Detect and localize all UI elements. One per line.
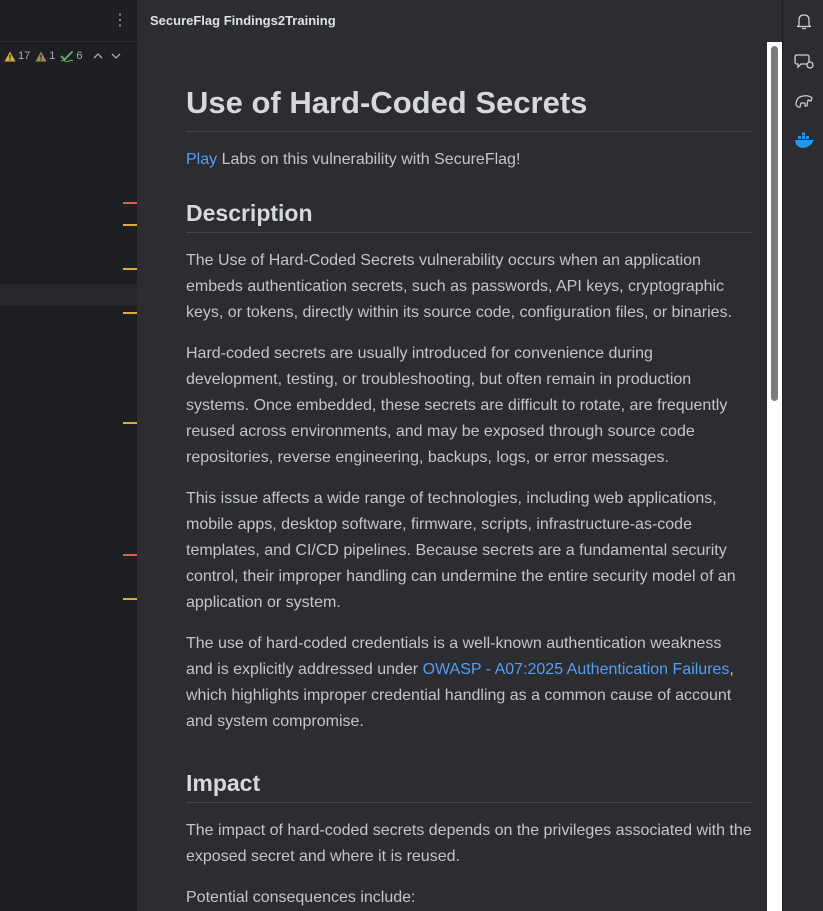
description-paragraph: The Use of Hard-Coded Secrets vulnerabil…	[186, 252, 733, 321]
warning-icon	[4, 51, 16, 61]
ai-assistant-button[interactable]	[791, 48, 817, 74]
secureflag-tool-window: SecureFlag Findings2Training Use of Hard…	[138, 0, 782, 911]
error-stripe-marker[interactable]	[123, 202, 137, 204]
scrollbar-thumb[interactable]	[771, 46, 778, 401]
current-line-highlight	[0, 284, 137, 306]
chevron-up-icon	[93, 53, 102, 59]
play-labs-link[interactable]: Play	[186, 151, 217, 168]
warnings-count: 17	[18, 50, 31, 62]
weak-warnings-indicator[interactable]: 1	[35, 50, 55, 62]
notifications-bell-icon	[796, 14, 812, 30]
previous-highlight-button[interactable]	[92, 49, 106, 63]
notifications-button[interactable]	[791, 8, 817, 34]
description-paragraph: Hard-coded secrets are usually introduce…	[186, 345, 728, 466]
editor-pane[interactable]: ⋮ 17 1 6	[0, 0, 138, 911]
error-stripe-marker[interactable]	[123, 554, 137, 556]
next-highlight-button[interactable]	[110, 49, 124, 63]
typos-indicator[interactable]: 6	[60, 50, 83, 62]
impact-paragraph: The impact of hard-coded secrets depends…	[186, 822, 752, 865]
docker-whale-icon	[795, 132, 814, 148]
description-paragraph: This issue affects a wide range of techn…	[186, 490, 736, 611]
weak-warnings-count: 1	[49, 50, 56, 62]
tool-window-header: SecureFlag Findings2Training	[138, 0, 782, 42]
vertical-scrollbar[interactable]	[767, 42, 782, 911]
description-heading: Description	[186, 198, 752, 233]
warning-stripe-marker[interactable]	[123, 422, 137, 424]
warnings-indicator[interactable]: 17	[4, 50, 30, 62]
article-title: Use of Hard-Coded Secrets	[186, 42, 752, 132]
warning-stripe-marker[interactable]	[123, 224, 137, 226]
typos-count: 6	[76, 50, 83, 62]
database-button[interactable]	[791, 88, 817, 114]
weak-warning-icon	[35, 51, 47, 61]
right-tool-stripe	[782, 0, 823, 911]
more-vertical-icon[interactable]: ⋮	[112, 11, 128, 31]
intro-text: Labs on this vulnerability with SecureFl…	[217, 151, 521, 168]
article-content[interactable]: Use of Hard-Coded Secrets Play Labs on t…	[186, 42, 752, 911]
owasp-link[interactable]: OWASP - A07:2025 Authentication Failures	[423, 661, 730, 678]
warning-stripe-marker[interactable]	[123, 598, 137, 600]
impact-heading: Impact	[186, 768, 752, 803]
tool-window-title: SecureFlag Findings2Training	[150, 13, 336, 28]
warning-stripe-marker[interactable]	[123, 312, 137, 314]
database-elephant-icon	[795, 95, 813, 108]
intro-paragraph: Play Labs on this vulnerability with Sec…	[186, 147, 752, 173]
docker-button[interactable]	[791, 128, 817, 154]
ai-chat-icon	[794, 54, 814, 69]
inspections-widget[interactable]: 17 1 6	[4, 48, 124, 64]
description-paragraph: The use of hard-coded credentials is a w…	[186, 631, 752, 735]
impact-paragraph: Potential consequences include:	[186, 889, 416, 906]
warning-stripe-marker[interactable]	[123, 268, 137, 270]
chevron-down-icon	[111, 53, 120, 59]
typo-check-icon	[60, 50, 74, 62]
